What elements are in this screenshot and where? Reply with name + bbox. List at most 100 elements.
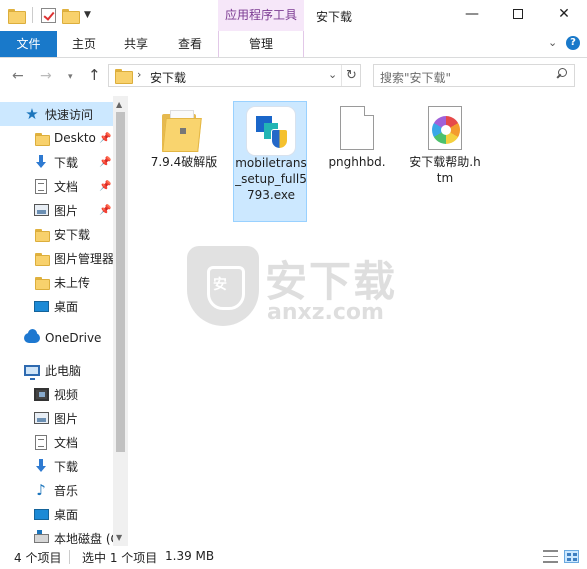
sidebar-item-this-pc[interactable]: 此电脑 <box>0 358 113 382</box>
scrollbar-thumb[interactable] <box>116 112 125 452</box>
document-icon <box>33 178 49 194</box>
sidebar-item-downloads[interactable]: 下载 <box>0 454 113 478</box>
file-item[interactable]: pnghhbd. <box>320 101 394 222</box>
forward-button[interactable]: → <box>40 68 52 84</box>
toolbar-separator <box>32 7 33 23</box>
maximize-button[interactable] <box>495 0 541 31</box>
file-item[interactable]: 7.9.4破解版 <box>147 101 221 222</box>
sidebar-item-quick-access[interactable]: ★ 快速访问 <box>0 102 113 126</box>
sidebar-item-label: 本地磁盘 (C <box>54 531 119 546</box>
minimize-button[interactable]: — <box>449 0 495 31</box>
breadcrumb[interactable]: 安下载 <box>150 69 186 86</box>
sidebar-item-videos[interactable]: 视频 <box>0 382 113 406</box>
sidebar-item-desktop-pc[interactable]: 桌面 <box>0 502 113 526</box>
up-button[interactable]: ↑ <box>88 66 101 84</box>
selection-size: 1.39 MB <box>165 549 215 563</box>
sidebar-item-label: 文档 <box>54 179 79 194</box>
new-folder-icon[interactable] <box>62 8 80 24</box>
back-button[interactable]: ← <box>12 68 24 84</box>
properties-icon[interactable] <box>41 7 56 23</box>
status-divider <box>69 550 70 564</box>
file-item-selected[interactable]: mobiletrans_setup_full5793.exe <box>233 101 307 222</box>
sidebar-item-label: 未上传 <box>54 275 91 290</box>
file-item[interactable]: 安下载帮助.htm <box>408 101 482 222</box>
download-icon <box>33 458 49 474</box>
file-name: 安下载帮助.htm <box>409 155 481 185</box>
close-button[interactable]: ✕ <box>541 0 587 31</box>
mobiletrans-app-icon <box>247 107 295 155</box>
quick-access-toolbar: ▼ <box>8 7 91 24</box>
document-icon <box>33 434 49 450</box>
breadcrumb-separator[interactable]: › <box>137 68 141 81</box>
sidebar-item-documents[interactable]: 文档 <box>0 430 113 454</box>
sidebar-item-picture-manager[interactable]: 图片管理器 <box>0 246 115 270</box>
picture-icon <box>33 202 49 218</box>
folder-icon <box>33 250 50 266</box>
refresh-button[interactable]: ↻ <box>341 65 361 86</box>
sidebar-item-anxz[interactable]: 安下载 <box>0 222 113 246</box>
scroll-up-icon[interactable]: ▲ <box>116 100 122 109</box>
desktop-icon <box>33 506 49 522</box>
sidebar-item-label: 图片管理器 <box>54 251 115 266</box>
address-history-dropdown[interactable]: ⌄ <box>328 68 337 81</box>
sidebar-item-label: 桌面 <box>54 507 79 522</box>
folder-icon <box>33 130 50 146</box>
blank-file-icon <box>333 106 381 154</box>
sidebar-item-pictures-pinned[interactable]: 图片 📌 <box>0 198 113 222</box>
sidebar-item-label: 快速访问 <box>45 107 94 122</box>
sidebar-item-label: 此电脑 <box>45 363 82 378</box>
customize-toolbar-dropdown[interactable]: ▼ <box>84 10 91 20</box>
sidebar-item-label: 音乐 <box>54 483 79 498</box>
drive-icon <box>33 529 49 546</box>
file-list[interactable]: 7.9.4破解版 mobiletrans_setup_full5793.exe … <box>129 96 587 546</box>
tab-share[interactable]: 共享 <box>120 31 152 57</box>
nav-scrollbar[interactable]: ▲ ▼ <box>113 96 128 546</box>
pin-icon: 📌 <box>99 156 112 168</box>
sidebar-item-downloads-pinned[interactable]: 下载 📌 <box>0 150 113 174</box>
sidebar-item-music[interactable]: ♪ 音乐 <box>0 478 113 502</box>
htm-file-icon <box>421 106 469 154</box>
tab-home[interactable]: 主页 <box>68 31 100 57</box>
search-input[interactable]: 搜索"安下载" <box>373 64 575 87</box>
sidebar-item-local-disk[interactable]: 本地磁盘 (C <box>0 526 119 546</box>
picture-icon <box>33 410 49 426</box>
download-icon <box>33 154 49 170</box>
sidebar-item-desktop-pinned[interactable]: Deskto 📌 <box>0 126 113 150</box>
tab-file[interactable]: 文件 <box>0 31 57 57</box>
sidebar-item-label: 视频 <box>54 387 79 402</box>
pin-icon: 📌 <box>99 132 112 144</box>
close-icon: ✕ <box>558 6 570 22</box>
ribbon-expand-icon[interactable]: ⌄ <box>548 36 557 49</box>
sidebar-item-desktop[interactable]: 桌面 <box>0 294 113 318</box>
large-icons-view-icon[interactable] <box>564 550 579 563</box>
sidebar-item-label: 文档 <box>54 435 79 450</box>
star-icon: ★ <box>25 105 39 123</box>
maximize-icon <box>513 9 523 19</box>
sidebar-item-label: OneDrive <box>45 331 102 345</box>
sidebar-item-onedrive[interactable]: OneDrive <box>0 326 113 350</box>
sidebar-item-label: 图片 <box>54 203 79 218</box>
sidebar-item-label: 下载 <box>54 155 79 170</box>
file-name: 7.9.4破解版 <box>150 155 218 169</box>
folder-icon[interactable] <box>8 8 26 24</box>
tab-view[interactable]: 查看 <box>174 31 206 57</box>
recent-locations-button[interactable]: ▾ <box>68 72 73 82</box>
scroll-down-icon[interactable]: ▼ <box>116 533 122 542</box>
tab-manage[interactable]: 管理 <box>218 31 304 57</box>
sidebar-item-label: 安下载 <box>54 227 91 242</box>
computer-icon <box>24 362 40 380</box>
address-bar[interactable]: › 安下载 ⌄ ↻ <box>108 64 361 87</box>
pin-icon: 📌 <box>99 180 112 192</box>
pin-icon: 📌 <box>99 204 112 216</box>
status-bar: 4 个项目 选中 1 个项目 1.39 MB <box>0 546 587 569</box>
sidebar-item-not-uploaded[interactable]: 未上传 <box>0 270 113 294</box>
sidebar-item-documents-pinned[interactable]: 文档 📌 <box>0 174 113 198</box>
navigation-pane: ★ 快速访问 Deskto 📌 下载 📌 文档 📌 图片 📌 安下载 图片管理器… <box>0 96 128 546</box>
sidebar-item-pictures[interactable]: 图片 <box>0 406 113 430</box>
context-tab-group: 应用程序工具 <box>218 0 304 31</box>
search-icon[interactable] <box>556 68 567 79</box>
watermark-url: anxz.com <box>267 300 384 325</box>
details-view-icon[interactable] <box>543 550 558 563</box>
video-icon <box>33 386 49 402</box>
help-icon[interactable]: ? <box>566 36 580 50</box>
